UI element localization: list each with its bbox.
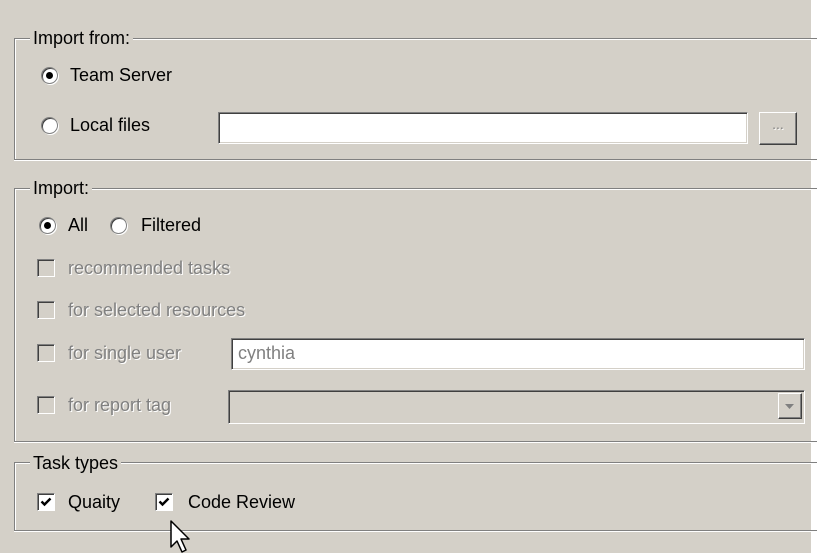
browse-button[interactable]: ... (759, 112, 797, 145)
task-types-legend: Task types (30, 453, 122, 473)
import-filtered-radio[interactable] (110, 217, 127, 234)
import-all-radio[interactable] (39, 217, 56, 234)
mouse-pointer-icon (170, 520, 190, 553)
recommended-tasks-label: recommended tasks (68, 258, 231, 278)
import-dialog-panel: Import from: Team Server Local files ...… (0, 0, 817, 553)
task-types-group (14, 462, 817, 531)
single-user-checkbox[interactable] (37, 344, 55, 362)
local-files-path-input[interactable] (218, 112, 748, 144)
local-files-radio[interactable] (41, 117, 58, 134)
selected-resources-checkbox[interactable] (37, 301, 55, 319)
chevron-down-icon (785, 404, 794, 409)
code-review-label[interactable]: Code Review (188, 491, 295, 513)
import-all-label[interactable]: All (68, 214, 88, 236)
import-legend: Import: (30, 178, 93, 198)
report-tag-dropdown-button[interactable] (778, 393, 802, 419)
report-tag-select[interactable] (228, 390, 805, 424)
import-from-legend: Import from: (30, 28, 134, 48)
team-server-label[interactable]: Team Server (70, 64, 172, 86)
single-user-input[interactable]: cynthia (231, 338, 805, 370)
report-tag-label: for report tag (68, 395, 172, 415)
quality-label[interactable]: Quaity (68, 491, 120, 513)
checkmark-icon (40, 497, 52, 507)
checkmark-icon (158, 497, 170, 507)
import-filtered-label[interactable]: Filtered (141, 214, 201, 236)
recommended-tasks-checkbox[interactable] (37, 259, 55, 277)
report-tag-checkbox[interactable] (37, 396, 55, 414)
selected-resources-label: for selected resources (68, 300, 246, 320)
local-files-label[interactable]: Local files (70, 114, 150, 136)
quality-checkbox[interactable] (37, 493, 55, 511)
single-user-label: for single user (68, 343, 182, 363)
team-server-radio[interactable] (41, 67, 58, 84)
code-review-checkbox[interactable] (155, 493, 173, 511)
